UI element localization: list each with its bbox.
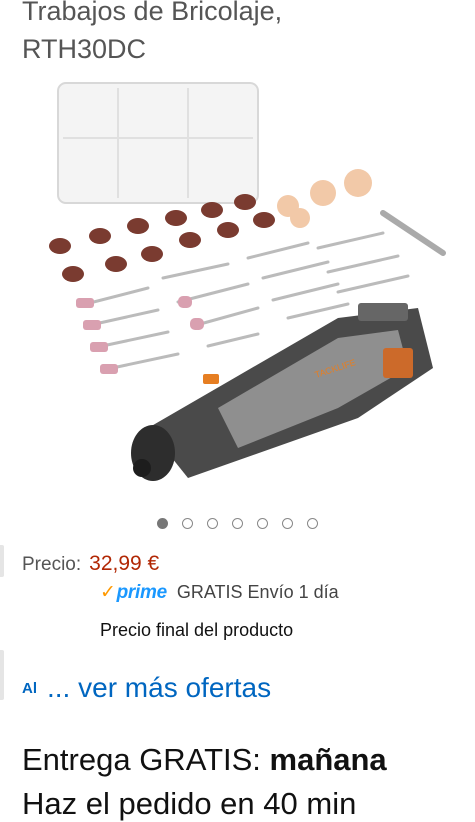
prime-check-icon: ✓	[100, 582, 116, 603]
rotary-tool: TACKLIFE	[131, 303, 433, 481]
prime-logo-text: prime	[116, 582, 168, 603]
carousel-dot-7[interactable]	[307, 518, 318, 529]
delivery-info: Entrega GRATIS: mañana	[22, 742, 387, 778]
price-label: Precio:	[22, 554, 82, 575]
wrench	[380, 210, 446, 256]
scroll-edge-indicator	[0, 650, 4, 700]
delivery-day: mañana	[269, 742, 387, 777]
product-title-line2: RTH30DC	[22, 34, 147, 64]
carousel-dot-3[interactable]	[207, 518, 218, 529]
carousel-dot-1[interactable]	[157, 518, 168, 529]
prime-logo: ✓prime	[100, 581, 167, 604]
polishing-wheels	[277, 169, 372, 228]
offers-prefix: Al	[22, 679, 37, 697]
delivery-prefix: Entrega GRATIS:	[22, 742, 270, 777]
carousel-indicator[interactable]	[0, 518, 475, 529]
carousel-dot-5[interactable]	[257, 518, 268, 529]
price-value: 32,99 €	[89, 552, 160, 575]
carousel-dot-4[interactable]	[232, 518, 243, 529]
prime-shipping-text: GRATIS Envío 1 día	[176, 582, 339, 602]
order-cutoff: Haz el pedido en 40 min	[22, 786, 357, 821]
price-row: Precio: 32,99 €	[22, 552, 159, 576]
product-image[interactable]: TACKLIFE	[38, 78, 448, 498]
offers-link-text[interactable]: ... ver más ofertas	[47, 672, 271, 704]
scroll-edge-indicator	[0, 545, 4, 577]
final-price-note: Precio final del producto	[100, 620, 294, 640]
prime-row: ✓prime GRATIS Envío 1 día	[100, 581, 339, 604]
product-title: Trabajos de Bricolaje, RTH30DC	[22, 0, 462, 68]
carousel-dot-6[interactable]	[282, 518, 293, 529]
product-title-line1: Trabajos de Bricolaje,	[22, 0, 283, 26]
more-offers-link[interactable]: Al ... ver más ofertas	[22, 672, 271, 704]
storage-case	[57, 82, 259, 204]
carousel-dot-2[interactable]	[182, 518, 193, 529]
sanding-bands	[49, 194, 275, 282]
